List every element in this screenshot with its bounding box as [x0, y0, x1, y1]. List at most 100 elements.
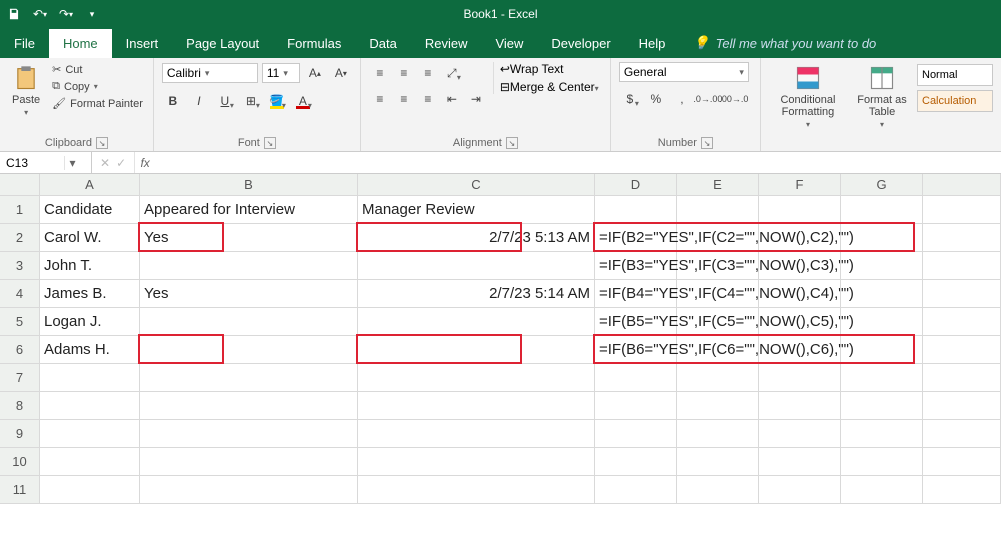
row-header-10[interactable]: 10 — [0, 448, 40, 476]
alignment-launcher[interactable]: ↘ — [506, 137, 518, 149]
cell-G4[interactable] — [841, 280, 923, 308]
formula-input[interactable] — [155, 152, 1001, 173]
cell-H4[interactable] — [923, 280, 1001, 308]
cell-B1[interactable]: Appeared for Interview — [140, 196, 358, 224]
cut-button[interactable]: ✂Cut — [50, 62, 145, 77]
conditional-formatting-button[interactable]: Conditional Formatting▾ — [769, 62, 847, 131]
align-left-button[interactable]: ≡ — [369, 88, 391, 110]
format-as-table-button[interactable]: Format as Table▾ — [853, 62, 911, 131]
name-box-input[interactable] — [0, 156, 64, 170]
col-header-F[interactable]: F — [759, 174, 841, 196]
col-header-E[interactable]: E — [677, 174, 759, 196]
cell-B5[interactable] — [140, 308, 358, 336]
cell-F1[interactable] — [759, 196, 841, 224]
tab-view[interactable]: View — [481, 29, 537, 58]
cell-D5[interactable]: =IF(B5="YES",IF(C5="",NOW(),C5),"") — [595, 308, 677, 336]
cell-A3[interactable]: John T. — [40, 252, 140, 280]
cell-H3[interactable] — [923, 252, 1001, 280]
tab-home[interactable]: Home — [49, 29, 112, 58]
increase-indent-button[interactable]: ⇥ — [465, 88, 487, 110]
cell-A2[interactable]: Carol W. — [40, 224, 140, 252]
cell-F3[interactable] — [759, 252, 841, 280]
cell-C5[interactable] — [358, 308, 595, 336]
borders-button[interactable]: ⊞▾ — [240, 90, 262, 112]
cell-H5[interactable] — [923, 308, 1001, 336]
font-launcher[interactable]: ↘ — [264, 137, 276, 149]
cell-B2[interactable]: Yes — [140, 224, 358, 252]
spreadsheet-grid[interactable]: A B C D E F G 1 Candidate Appeared for I… — [0, 174, 1001, 504]
cell-B4[interactable]: Yes — [140, 280, 358, 308]
enter-icon[interactable]: ✓ — [116, 156, 126, 170]
name-box-dropdown[interactable]: ▾ — [64, 156, 80, 170]
currency-button[interactable]: $▾ — [619, 88, 641, 110]
tell-me[interactable]: 💡 Tell me what you want to do — [679, 28, 890, 58]
italic-button[interactable]: I — [188, 90, 210, 112]
cell-G1[interactable] — [841, 196, 923, 224]
underline-button[interactable]: U▾ — [214, 90, 236, 112]
cell-C3[interactable] — [358, 252, 595, 280]
name-box[interactable]: ▾ — [0, 152, 92, 173]
cell-D1[interactable] — [595, 196, 677, 224]
decrease-indent-button[interactable]: ⇤ — [441, 88, 463, 110]
cell-H6[interactable] — [923, 336, 1001, 364]
style-normal[interactable]: Normal — [917, 64, 993, 86]
align-bottom-button[interactable]: ≡ — [417, 62, 439, 84]
col-header-H[interactable] — [923, 174, 1001, 196]
font-name-combo[interactable]: Calibri▾ — [162, 63, 258, 83]
col-header-C[interactable]: C — [358, 174, 595, 196]
font-color-button[interactable]: A▾ — [292, 90, 314, 112]
col-header-B[interactable]: B — [140, 174, 358, 196]
row-header-1[interactable]: 1 — [0, 196, 40, 224]
row-header-7[interactable]: 7 — [0, 364, 40, 392]
merge-center-button[interactable]: ⊟Merge & Center▾ — [500, 80, 599, 94]
format-painter-button[interactable]: 🖌Format Painter — [50, 96, 145, 111]
tab-formulas[interactable]: Formulas — [273, 29, 355, 58]
row-header-9[interactable]: 9 — [0, 420, 40, 448]
comma-button[interactable]: , — [671, 88, 693, 110]
percent-button[interactable]: % — [645, 88, 667, 110]
align-top-button[interactable]: ≡ — [369, 62, 391, 84]
tab-file[interactable]: File — [0, 29, 49, 58]
qat-customize-icon[interactable]: ▾ — [82, 4, 102, 24]
tab-help[interactable]: Help — [625, 29, 680, 58]
cell-A6[interactable]: Adams H. — [40, 336, 140, 364]
decrease-font-button[interactable]: A▾ — [330, 62, 352, 84]
align-center-button[interactable]: ≡ — [393, 88, 415, 110]
cell-C1[interactable]: Manager Review — [358, 196, 595, 224]
cell-D6[interactable]: =IF(B6="YES",IF(C6="",NOW(),C6),"") — [595, 336, 677, 364]
cell-G5[interactable] — [841, 308, 923, 336]
redo-icon[interactable]: ↷▾ — [56, 4, 76, 24]
cell-H1[interactable] — [923, 196, 1001, 224]
col-header-D[interactable]: D — [595, 174, 677, 196]
col-header-A[interactable]: A — [40, 174, 140, 196]
fx-icon[interactable]: fx — [135, 152, 155, 173]
row-header-11[interactable]: 11 — [0, 476, 40, 504]
bold-button[interactable]: B — [162, 90, 184, 112]
cancel-icon[interactable]: ✕ — [100, 156, 110, 170]
increase-decimal-button[interactable]: .0→.00 — [697, 88, 719, 110]
cell-D4[interactable]: =IF(B4="YES",IF(C4="",NOW(),C4),"") — [595, 280, 677, 308]
row-header-3[interactable]: 3 — [0, 252, 40, 280]
copy-button[interactable]: ⧉Copy▾ — [50, 79, 145, 94]
row-header-5[interactable]: 5 — [0, 308, 40, 336]
number-launcher[interactable]: ↘ — [701, 137, 713, 149]
row-header-6[interactable]: 6 — [0, 336, 40, 364]
align-right-button[interactable]: ≡ — [417, 88, 439, 110]
tab-insert[interactable]: Insert — [112, 29, 173, 58]
align-middle-button[interactable]: ≡ — [393, 62, 415, 84]
row-header-2[interactable]: 2 — [0, 224, 40, 252]
tab-page-layout[interactable]: Page Layout — [172, 29, 273, 58]
increase-font-button[interactable]: A▴ — [304, 62, 326, 84]
font-size-combo[interactable]: 11▾ — [262, 63, 300, 83]
cell-E3[interactable] — [677, 252, 759, 280]
cell-E1[interactable] — [677, 196, 759, 224]
cell-G3[interactable] — [841, 252, 923, 280]
fill-color-button[interactable]: 🪣▾ — [266, 90, 288, 112]
cell-C2[interactable]: 2/7/23 5:13 AM — [358, 224, 595, 252]
cell-A1[interactable]: Candidate — [40, 196, 140, 224]
cell-A4[interactable]: James B. — [40, 280, 140, 308]
select-all-corner[interactable] — [0, 174, 40, 196]
orientation-button[interactable]: ⤢▾ — [441, 62, 463, 84]
row-header-8[interactable]: 8 — [0, 392, 40, 420]
wrap-text-button[interactable]: ↩Wrap Text — [500, 62, 599, 76]
